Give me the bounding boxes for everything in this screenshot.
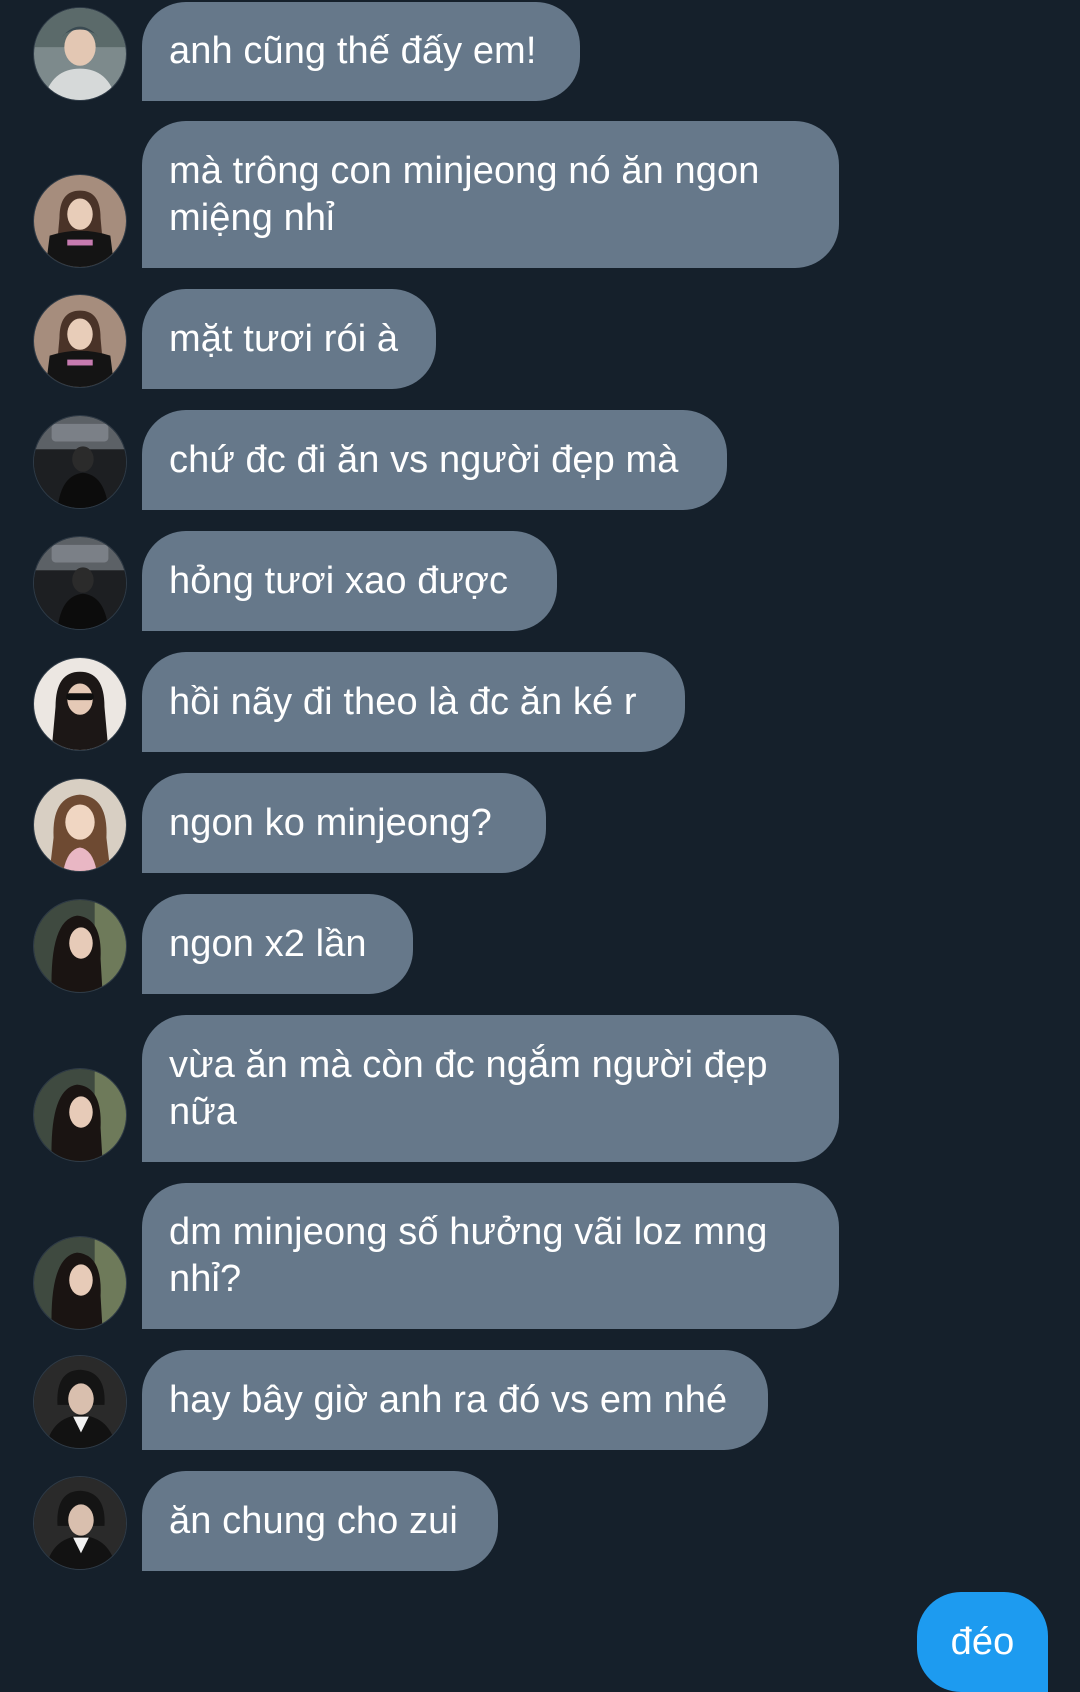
message-bubble[interactable]: hồi nãy đi theo là đc ăn ké r [142,652,685,752]
avatar-image [34,900,126,992]
sent-message-bubble[interactable]: đéo [917,1592,1048,1692]
avatar[interactable] [33,415,127,509]
avatar[interactable] [33,657,127,751]
avatar[interactable] [33,536,127,630]
avatar-image [34,175,126,267]
avatar-image [34,1356,126,1448]
avatar[interactable] [33,778,127,872]
avatar[interactable] [33,294,127,388]
message-bubble[interactable]: hỏng tươi xao được [142,531,557,631]
avatar-image [34,8,126,100]
message-bubble[interactable]: mặt tươi rói à [142,289,436,389]
avatar-image [34,779,126,871]
avatar-image [34,537,126,629]
message-thread: anh cũng thế đấy em! mà trông con minjeo… [0,0,1080,1692]
avatar[interactable] [33,1355,127,1449]
avatar-image [34,416,126,508]
avatar[interactable] [33,1476,127,1570]
message-bubble[interactable]: ngon x2 lần [142,894,413,994]
avatar[interactable] [33,1068,127,1162]
avatar-image [34,1477,126,1569]
avatar-image [34,295,126,387]
message-bubble[interactable]: chứ đc đi ăn vs người đẹp mà [142,410,727,510]
avatar[interactable] [33,1236,127,1330]
avatar[interactable] [33,7,127,101]
message-bubble[interactable]: anh cũng thế đấy em! [142,2,580,101]
message-bubble[interactable]: hay bây giờ anh ra đó vs em nhé [142,1350,768,1450]
avatar-image [34,1069,126,1161]
message-bubble[interactable]: dm minjeong số hưởng vãi loz mng nhỉ? [142,1183,839,1329]
avatar-image [34,1237,126,1329]
avatar[interactable] [33,174,127,268]
message-bubble[interactable]: vừa ăn mà còn đc ngắm người đẹp nữa [142,1015,839,1162]
avatar[interactable] [33,899,127,993]
avatar-image [34,658,126,750]
message-bubble[interactable]: mà trông con minjeong nó ăn ngon miệng n… [142,121,839,268]
message-bubble[interactable]: ăn chung cho zui [142,1471,498,1571]
message-bubble[interactable]: ngon ko minjeong? [142,773,546,873]
